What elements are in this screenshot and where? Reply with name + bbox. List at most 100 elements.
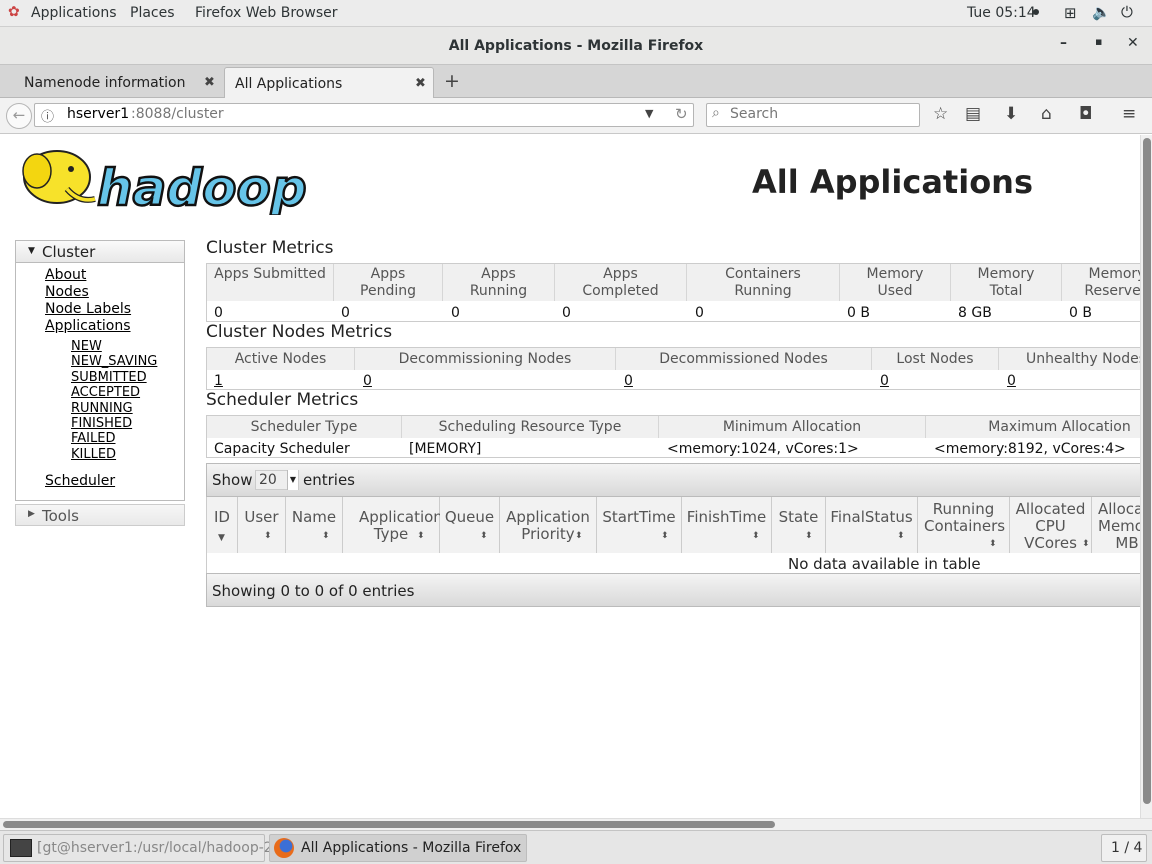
col-application-priority[interactable]: Application Priority ⬍ (500, 497, 597, 553)
col-user[interactable]: User ⬍ (238, 497, 286, 553)
col-allocated-memory-label: Allocated Memory MB (1098, 500, 1140, 552)
table-info: Showing 0 to 0 of 0 entries (212, 582, 415, 600)
header-scheduling-resource-type: Scheduling Resource Type (402, 416, 659, 438)
vertical-scroll-thumb[interactable] (1143, 138, 1151, 804)
sidebar-link-new[interactable]: NEW (71, 339, 102, 354)
table-info-bar: Showing 0 to 0 of 0 entries (206, 573, 1140, 607)
sidebar-link-killed[interactable]: KILLED (71, 447, 116, 462)
header-maximum-allocation: Maximum Allocation (926, 416, 1140, 438)
pocket-icon[interactable]: ◘ (1079, 104, 1092, 124)
new-tab-icon[interactable]: + (444, 70, 460, 92)
header-minimum-allocation: Minimum Allocation (659, 416, 926, 438)
link-decommissioning-nodes[interactable]: 0 (363, 373, 372, 389)
scheduler-metrics-title: Scheduler Metrics (206, 390, 359, 410)
sidebar-link-applications[interactable]: Applications (45, 318, 131, 334)
tab-all-applications[interactable]: All Applications ✖ (224, 67, 434, 99)
sidebar-link-finished[interactable]: FINISHED (71, 416, 132, 431)
close-tab-icon[interactable]: ✖ (204, 75, 215, 90)
sidebar-link-scheduler[interactable]: Scheduler (45, 473, 115, 489)
page-size-select[interactable]: 20 ▼ (255, 470, 299, 490)
url-host: hserver1 (67, 106, 130, 122)
bookmark-star-icon[interactable]: ☆ (933, 104, 948, 124)
minimize-icon[interactable]: – (1060, 35, 1067, 51)
bookmarks-list-icon[interactable]: ▤ (965, 104, 981, 124)
link-lost-nodes[interactable]: 0 (880, 373, 889, 389)
sidebar-link-about[interactable]: About (45, 267, 86, 283)
cluster-header[interactable]: ▼ Cluster (16, 241, 184, 263)
network-icon[interactable]: ⊞ (1064, 4, 1077, 22)
col-allocated-cpu[interactable]: Allocated CPU VCores ⬍ (1010, 497, 1092, 553)
dropdown-arrow-icon: ▼ (287, 470, 298, 490)
sort-icon: ⬍ (989, 539, 997, 549)
col-queue-label: Queue (444, 508, 495, 526)
header-memory-used: Memory Used (840, 264, 951, 301)
link-active-nodes[interactable]: 1 (214, 373, 223, 389)
header-lost-nodes: Lost Nodes (872, 348, 999, 370)
close-window-icon[interactable]: ✕ (1127, 35, 1139, 51)
col-allocated-memory[interactable]: Allocated Memory MB (1092, 497, 1140, 553)
gnome-foot-icon: ✿ (8, 4, 20, 20)
sidebar-tools-panel[interactable]: ▶ Tools (15, 504, 185, 526)
col-starttime[interactable]: StartTime ⬍ (597, 497, 682, 553)
url-dropdown-icon[interactable]: ▼ (645, 107, 653, 120)
page-size-value: 20 (259, 472, 277, 488)
col-queue[interactable]: Queue ⬍ (440, 497, 500, 553)
terminal-icon (10, 839, 32, 857)
places-menu[interactable]: Places (130, 5, 175, 21)
col-finishtime[interactable]: FinishTime ⬍ (682, 497, 772, 553)
horizontal-scroll-thumb[interactable] (3, 821, 775, 828)
tools-header[interactable]: ▶ Tools (16, 505, 184, 525)
search-box[interactable]: ⌕ Search (706, 103, 920, 127)
table-length-bar: Show 20 ▼ entries (206, 463, 1140, 497)
power-icon[interactable]: ⏻ (1121, 3, 1133, 21)
scheduler-metrics-table: Scheduler Type Scheduling Resource Type … (206, 415, 1140, 458)
sidebar-link-failed[interactable]: FAILED (71, 431, 115, 446)
link-decommissioned-nodes[interactable]: 0 (624, 373, 633, 389)
sort-icon: ⬍ (805, 531, 813, 541)
back-icon[interactable]: ← (6, 103, 32, 129)
col-name[interactable]: Name ⬍ (286, 497, 343, 553)
col-finalstatus[interactable]: FinalStatus ⬍ (826, 497, 918, 553)
maximize-icon[interactable]: ▪ (1095, 35, 1102, 48)
entries-label: entries (303, 471, 355, 489)
applications-menu[interactable]: Applications (31, 5, 117, 21)
workspace-indicator: 1 / 4 (1111, 840, 1143, 856)
value-resource-type: [MEMORY] (409, 441, 482, 457)
sidebar-link-submitted[interactable]: SUBMITTED (71, 370, 147, 385)
col-state[interactable]: State ⬍ (772, 497, 826, 553)
header-apps-pending: Apps Pending (334, 264, 443, 301)
col-allocated-cpu-label: Allocated CPU VCores (1015, 500, 1086, 552)
task-firefox[interactable]: All Applications - Mozilla Firefox (269, 834, 527, 862)
col-id[interactable]: ID ▼ (207, 497, 238, 553)
hadoop-logo: hadoop (17, 143, 317, 218)
col-running-containers[interactable]: Running Containers ⬍ (918, 497, 1010, 553)
reload-icon[interactable]: ↻ (675, 105, 688, 123)
horizontal-scrollbar[interactable] (0, 818, 1152, 830)
col-application-type[interactable]: Application Type ⬍ (343, 497, 443, 553)
notification-dot-icon (1033, 9, 1039, 15)
sidebar-link-node-labels[interactable]: Node Labels (45, 301, 131, 317)
clock[interactable]: Tue 05:14 (967, 5, 1036, 21)
browser-menu[interactable]: Firefox Web Browser (195, 5, 338, 21)
search-icon: ⌕ (712, 105, 720, 121)
tab-namenode[interactable]: Namenode information ✖ (8, 67, 224, 99)
downloads-icon[interactable]: ⬇ (1004, 104, 1018, 124)
close-tab-icon[interactable]: ✖ (415, 76, 426, 91)
link-unhealthy-nodes[interactable]: 0 (1007, 373, 1016, 389)
sidebar-link-accepted[interactable]: ACCEPTED (71, 385, 140, 400)
sidebar-link-new-saving[interactable]: NEW_SAVING (71, 354, 157, 369)
vertical-scrollbar[interactable] (1140, 135, 1152, 818)
sidebar-link-nodes[interactable]: Nodes (45, 284, 89, 300)
task-firefox-label: All Applications - Mozilla Firefox (301, 840, 522, 856)
task-terminal[interactable]: [gt@hserver1:/usr/local/hadoop-2.8... (3, 834, 299, 862)
header-decommissioned-nodes: Decommissioned Nodes (616, 348, 872, 370)
site-info-icon[interactable]: ⓘ (41, 106, 54, 125)
tab-label: All Applications (235, 76, 343, 92)
tab-bar: Namenode information ✖ All Applications … (0, 64, 1152, 99)
volume-icon[interactable]: 🔈 (1092, 3, 1111, 21)
menu-icon[interactable]: ≡ (1122, 104, 1136, 124)
url-bar[interactable]: ⓘ hserver1 :8088/cluster ▼ ↻ (34, 103, 694, 127)
sidebar-link-running[interactable]: RUNNING (71, 401, 133, 416)
workspace-switcher[interactable]: 1 / 4 (1101, 834, 1147, 862)
home-icon[interactable]: ⌂ (1041, 104, 1052, 124)
